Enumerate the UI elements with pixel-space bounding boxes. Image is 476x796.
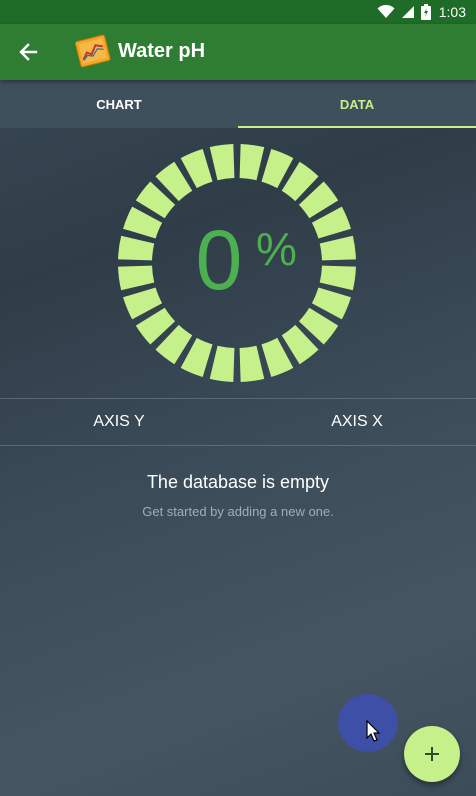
cursor-icon (366, 720, 381, 742)
gauge-segment (319, 265, 356, 291)
gauge-segment (209, 345, 235, 382)
arrow-back-icon (19, 43, 38, 61)
app-bar: Water pH (0, 24, 476, 80)
tab-data[interactable]: DATA (238, 80, 476, 128)
back-button[interactable] (8, 32, 48, 72)
tab-chart[interactable]: CHART (0, 80, 238, 128)
signal-icon (401, 6, 414, 18)
column-axis-y: AXIS Y (93, 413, 145, 430)
empty-state-subtitle: Get started by adding a new one. (142, 504, 334, 519)
gauge-segment (319, 235, 356, 261)
battery-icon (420, 4, 431, 20)
gauge-unit: % (256, 223, 297, 275)
status-time: 1:03 (438, 4, 466, 20)
tab-bar: CHART DATA (0, 80, 476, 128)
empty-state-title: The database is empty (146, 472, 330, 492)
gauge-segment (209, 144, 235, 181)
status-bar: 1:03 (0, 0, 476, 24)
gauge-segment (118, 235, 155, 261)
column-axis-x: AXIS X (331, 413, 383, 430)
chart-notebook-icon (74, 34, 111, 68)
app-title: Water pH (118, 40, 206, 62)
gauge-segment (239, 144, 265, 181)
gauge-value: 0 (195, 213, 243, 307)
tab-indicator (238, 126, 476, 128)
plus-icon (425, 747, 439, 761)
status-icons: 1:03 (377, 2, 466, 22)
gauge-segment (118, 265, 155, 291)
table-header: AXIS Y AXIS X (0, 398, 476, 446)
wifi-icon (377, 5, 395, 18)
add-entry-button[interactable] (404, 726, 460, 782)
gauge-segment (239, 345, 265, 382)
